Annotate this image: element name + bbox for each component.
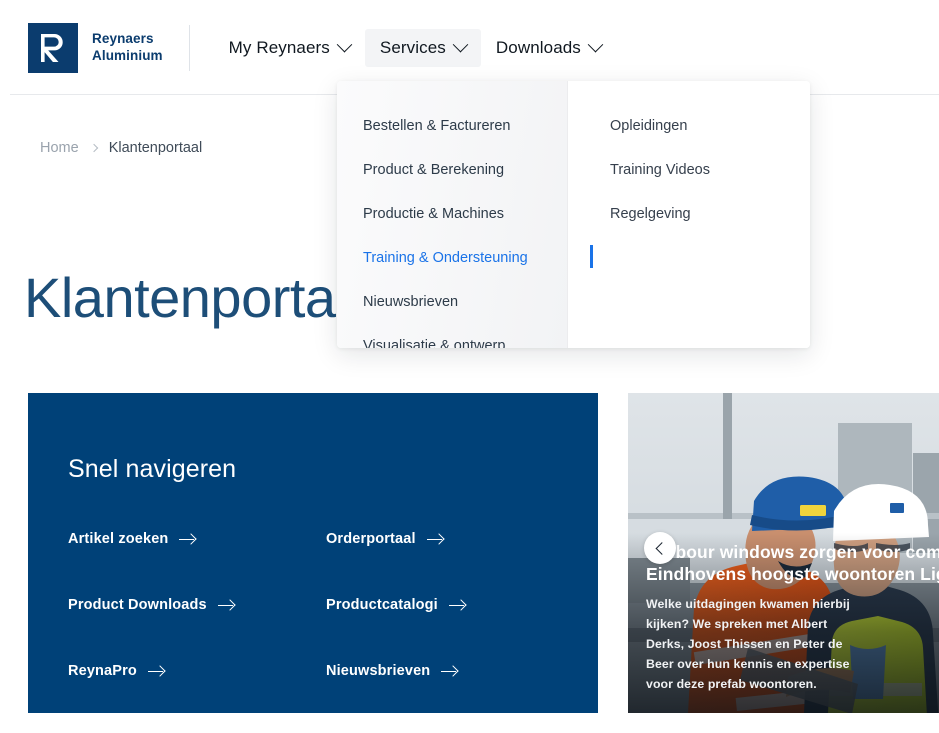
arrow-right-icon: [426, 534, 443, 544]
mega-link-label: Opleidingen: [610, 118, 688, 134]
quicknav-link-orderportaal[interactable]: Orderportaal: [326, 531, 558, 547]
quicknav-link-label: ReynaPro: [68, 663, 137, 679]
chevron-down-icon: [452, 36, 469, 53]
mega-link-label: Training Videos: [610, 162, 710, 178]
arrow-right-icon: [179, 534, 195, 544]
page-root: Reynaers Aluminium My Reynaers Services …: [0, 0, 939, 733]
logo[interactable]: Reynaers Aluminium: [28, 0, 163, 95]
quick-navigation-heading: Snel navigeren: [68, 455, 237, 483]
arrow-right-icon: [147, 666, 164, 676]
quicknav-link-label: Nieuwsbrieven: [326, 663, 431, 679]
mega-menu-left-column: Bestellen & Factureren Product & Bereken…: [337, 81, 593, 348]
mega-link-label: Product & Berekening: [363, 162, 505, 178]
chevron-down-icon: [587, 36, 604, 53]
mega-link-opleidingen[interactable]: Opleidingen: [610, 107, 810, 146]
mega-link-label: Bestellen & Factureren: [363, 118, 511, 134]
reynaers-logo-icon: [28, 22, 78, 73]
nav-item-services[interactable]: Services: [364, 28, 481, 67]
mega-link-label: Nieuwsbrieven: [363, 294, 459, 310]
page-title: Klantenportaal: [24, 266, 379, 329]
carousel-prev-button[interactable]: [644, 532, 676, 564]
mega-link-label: Training & Ondersteuning: [363, 250, 528, 266]
mega-link-bestellen-factureren[interactable]: Bestellen & Factureren: [363, 107, 567, 146]
quicknav-link-nieuwsbrieven[interactable]: Nieuwsbrieven: [326, 663, 558, 679]
hero-title-line2: Eindhovens hoogste woontoren Lighthouse: [646, 564, 939, 585]
nav-item-my-reynaers-label: My Reynaers: [228, 37, 330, 57]
chevron-down-icon: [336, 36, 353, 53]
mega-link-visualisatie-ontwerp[interactable]: Visualisatie & ontwerp: [363, 327, 567, 348]
chevron-left-icon: [655, 541, 668, 555]
logo-wordmark: Reynaers Aluminium: [92, 31, 163, 65]
hero-carousel-card: Harbour windows zorgen voor comfort Eind…: [628, 393, 939, 713]
mega-link-label: Visualisatie & ontwerp: [363, 338, 506, 348]
nav-item-downloads[interactable]: Downloads: [481, 29, 616, 67]
quicknav-link-label: Productcatalogi: [326, 597, 438, 613]
quicknav-link-label: Product Downloads: [68, 597, 207, 613]
quicknav-link-productcatalogi[interactable]: Productcatalogi: [326, 597, 558, 613]
quicknav-link-artikel-zoeken[interactable]: Artikel zoeken: [68, 531, 326, 547]
mega-link-label: Regelgeving: [610, 206, 691, 222]
arrow-right-icon: [448, 600, 465, 610]
nav-item-downloads-label: Downloads: [495, 37, 581, 57]
services-mega-menu: Bestellen & Factureren Product & Bereken…: [337, 81, 810, 348]
quicknav-link-reynapro[interactable]: ReynaPro: [68, 663, 326, 679]
arrow-right-icon: [217, 600, 234, 610]
hero-title-line1: Harbour windows zorgen voor comfort: [646, 541, 939, 562]
header-divider: [188, 24, 190, 71]
mega-link-training-ondersteuning[interactable]: Training & Ondersteuning: [363, 239, 593, 278]
quicknav-link-label: Artikel zoeken: [68, 531, 169, 547]
mega-link-product-berekening[interactable]: Product & Berekening: [363, 151, 567, 190]
breadcrumb: Home Klantenportaal: [40, 140, 202, 156]
logo-wordmark-line2: Aluminium: [92, 47, 163, 63]
mega-link-label: Productie & Machines: [363, 206, 505, 222]
logo-wordmark-line1: Reynaers: [92, 30, 154, 46]
quick-navigation-card: Snel navigeren Artikel zoeken Orderporta…: [28, 393, 598, 713]
mega-link-regelgeving[interactable]: Regelgeving: [610, 195, 810, 234]
breadcrumb-item-current: Klantenportaal: [108, 140, 203, 156]
active-indicator-bar: [590, 245, 593, 268]
quicknav-link-product-downloads[interactable]: Product Downloads: [68, 597, 326, 613]
hero-text-block: Harbour windows zorgen voor comfort Eind…: [646, 542, 939, 695]
nav-item-my-reynaers[interactable]: My Reynaers: [214, 29, 365, 67]
chevron-right-icon: [89, 143, 98, 153]
mega-link-productie-machines[interactable]: Productie & Machines: [363, 195, 567, 234]
breadcrumb-item-home[interactable]: Home: [40, 140, 79, 156]
hero-body-text: Welke uitdagingen kwamen hierbij kijken?…: [646, 597, 850, 692]
quicknav-link-label: Orderportaal: [326, 531, 416, 547]
arrow-right-icon: [441, 666, 457, 676]
mega-link-training-videos[interactable]: Training Videos: [610, 151, 810, 190]
mega-menu-right-column: Opleidingen Training Videos Regelgeving: [567, 81, 810, 348]
quick-navigation-links: Artikel zoeken Orderportaal Product Down…: [68, 531, 558, 679]
nav-item-services-label: Services: [379, 37, 446, 57]
mega-link-nieuwsbrieven[interactable]: Nieuwsbrieven: [363, 283, 567, 322]
